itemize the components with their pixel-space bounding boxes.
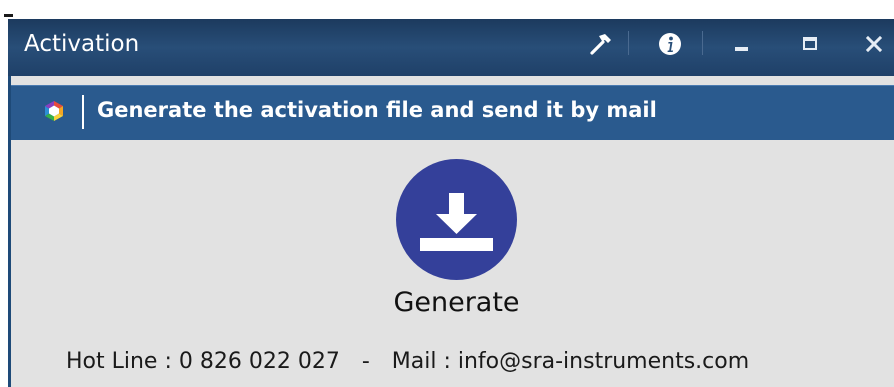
hotline-text: Hot Line : 0 826 022 027 <box>66 349 340 374</box>
download-icon <box>420 193 493 251</box>
corner-mark <box>4 14 13 17</box>
activation-window: Activation Generate the activation file … <box>0 0 894 387</box>
info-icon[interactable] <box>655 29 685 59</box>
contact-footer: Hot Line : 0 826 022 027- Mail : info@sra… <box>66 349 866 374</box>
header-banner: Generate the activation file and send it… <box>11 85 894 140</box>
generate-label[interactable]: Generate <box>340 287 573 318</box>
hammer-icon[interactable] <box>586 29 616 59</box>
app-logo-icon <box>45 101 63 121</box>
titlebar-separator <box>702 31 703 55</box>
mail-text: Mail : info@sra-instruments.com <box>391 349 750 374</box>
minimize-icon[interactable] <box>727 29 757 59</box>
footer-separator: - <box>361 349 370 374</box>
titlebar[interactable]: Activation <box>8 19 894 76</box>
titlebar-separator <box>628 31 629 55</box>
window-title: Activation <box>24 31 140 57</box>
close-icon[interactable] <box>859 29 889 59</box>
banner-divider <box>82 95 84 129</box>
banner-title: Generate the activation file and send it… <box>97 98 657 122</box>
maximize-icon[interactable] <box>795 29 825 59</box>
generate-button[interactable] <box>396 159 517 280</box>
